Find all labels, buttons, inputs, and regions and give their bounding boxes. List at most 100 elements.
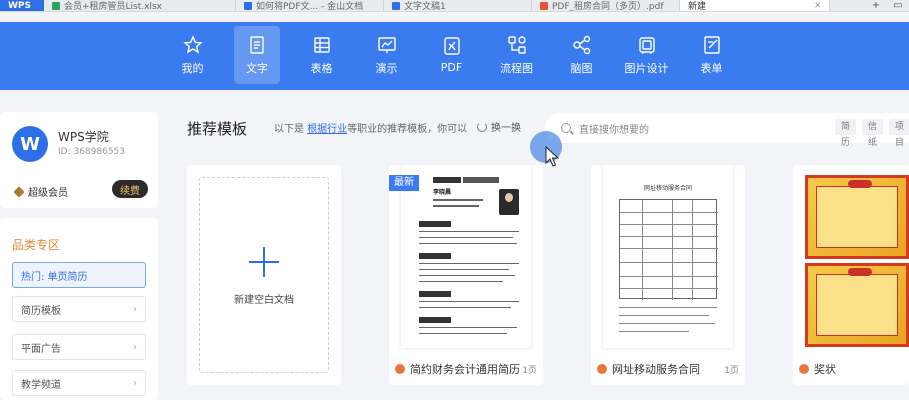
top-nav: 我的 文字 表格 演示 PDF 流程图 脑图 图片设计 表单: [0, 22, 909, 90]
chevron-right-icon: ›: [133, 341, 137, 353]
tab-doc-online[interactable]: 如何将PDF文... - 金山文档: [236, 0, 384, 12]
table-line: [620, 236, 718, 237]
certificate-border: [816, 274, 898, 336]
nav-writer[interactable]: 文字: [234, 26, 280, 84]
certificate-sheet: [805, 175, 909, 259]
subtitle-prefix: 以下是: [274, 124, 304, 135]
nav-pdf[interactable]: PDF: [419, 26, 484, 84]
nav-label: 表格: [310, 61, 333, 75]
restore-button[interactable]: ▭: [887, 0, 909, 11]
table-line: [620, 276, 718, 277]
table-line: [620, 262, 718, 263]
nav-mine[interactable]: 我的: [160, 26, 225, 84]
swap-button[interactable]: 换一换: [477, 119, 521, 134]
resume-line: [419, 307, 511, 308]
search-chip[interactable]: 项目: [889, 119, 909, 148]
certificate-sheet: [805, 263, 909, 347]
vip-gem-icon: [13, 185, 25, 198]
tab-pdf[interactable]: PDF_租房合同（多页）.pdf: [532, 0, 680, 11]
template-pages: 1页: [522, 365, 537, 376]
contract-line: [619, 323, 715, 324]
nav-label: 演示: [375, 61, 398, 75]
ribbon-icon: [848, 268, 872, 276]
nav-form[interactable]: 表单: [679, 26, 744, 84]
tab-label: 新建: [688, 2, 707, 12]
table-line: [642, 200, 643, 300]
refresh-icon: [477, 121, 487, 132]
search-chips: 简历 信纸 项目: [835, 119, 909, 148]
tab-xlsx[interactable]: 会员+租房管员List.xlsx: [44, 0, 236, 12]
template-card[interactable]: 李晓晨 最新 简约财务会计通用简历 1页: [389, 165, 543, 385]
star-icon: [182, 34, 203, 53]
wps-logo-icon: [597, 364, 607, 374]
category-hot-resume[interactable]: 热门: 单页简历: [12, 262, 146, 288]
pdf-icon: [443, 37, 460, 55]
resume-photo: [499, 189, 519, 215]
category-flat-ads[interactable]: 平面广告 ›: [12, 334, 146, 360]
form-icon: [703, 35, 720, 54]
resume-line: [419, 275, 515, 276]
nav-label: 我的: [181, 61, 204, 75]
pdf-icon: [540, 1, 548, 10]
template-title: 简约财务会计通用简历: [410, 363, 520, 376]
user-name: WPS学院: [58, 130, 109, 144]
nav-sheet[interactable]: 表格: [289, 26, 354, 84]
table-line: [620, 288, 718, 289]
document-icon: [392, 1, 400, 10]
add-tab-button[interactable]: +: [865, 0, 887, 11]
wps-logo-icon: [395, 364, 405, 374]
image-design-icon: [638, 36, 655, 54]
wps-logo-icon: [799, 364, 809, 374]
resume-section-heading: [419, 253, 451, 259]
table-line: [620, 212, 718, 213]
template-search[interactable]: 直接搜你想要的 简历 信纸 项目: [545, 113, 909, 148]
nav-label: 文字: [246, 61, 268, 75]
certificate-border: [816, 186, 898, 248]
category-resume-templates[interactable]: 简历模板 ›: [12, 296, 146, 322]
vip-label: 超级会员: [28, 188, 68, 199]
resume-line: [419, 327, 517, 328]
tab-doc1[interactable]: 文字文稿1: [384, 0, 532, 12]
resume-header-bar: [433, 177, 461, 183]
new-blank-document-card[interactable]: 新建空白文档: [187, 165, 341, 385]
tab-bar: WPS 会员+租房管员List.xlsx 如何将PDF文... - 金山文档 文…: [0, 0, 909, 12]
close-icon[interactable]: ✕: [814, 1, 821, 10]
avatar[interactable]: W: [12, 126, 48, 162]
nav-label: PDF: [440, 61, 463, 74]
category-label: 简历模板: [21, 305, 61, 317]
tab-wps-home[interactable]: WPS: [0, 0, 44, 11]
resume-line: [433, 205, 479, 207]
tab-new[interactable]: 新建 ✕: [680, 0, 830, 12]
resume-line: [419, 333, 507, 334]
plus-icon: [249, 247, 279, 277]
tab-label: 会员+租房管员List.xlsx: [64, 2, 162, 12]
mindmap-icon: [572, 35, 590, 54]
contract-table: [619, 199, 718, 300]
nav-label: 流程图: [500, 61, 533, 75]
template-card[interactable]: 奖状: [793, 165, 909, 385]
nav-flowchart[interactable]: 流程图: [484, 26, 549, 84]
template-title: 网址移动服务合同: [612, 363, 700, 376]
mouse-cursor-icon: [545, 146, 559, 167]
nav-label: 图片设计: [624, 61, 669, 75]
template-card[interactable]: 网址移动服务合同 网址移动服务合同 1页: [591, 165, 745, 385]
search-chip[interactable]: 简历: [835, 119, 857, 148]
industry-link[interactable]: 根据行业: [307, 124, 347, 135]
template-footer: 简约财务会计通用简历 1页: [389, 359, 543, 379]
user-id: ID: 368986553: [58, 147, 126, 157]
tab-label: 如何将PDF文... - 金山文档: [256, 2, 364, 12]
nav-mindmap[interactable]: 脑图: [549, 26, 614, 84]
nav-image-design[interactable]: 图片设计: [614, 26, 679, 84]
contract-line: [619, 307, 717, 308]
recommend-subtitle: 以下是 根据行业等职业的推荐模板，你可以: [274, 120, 467, 135]
document-icon: [244, 1, 252, 10]
template-pages: 1页: [724, 365, 739, 376]
contract-line: [619, 331, 689, 332]
category-teaching[interactable]: 教学频道 ›: [12, 370, 146, 396]
search-chip[interactable]: 信纸: [862, 119, 884, 148]
nav-presentation[interactable]: 演示: [354, 26, 419, 84]
contract-thumbnail: 网址移动服务合同: [603, 165, 733, 348]
tab-label: 文字文稿1: [404, 2, 446, 12]
spreadsheet-icon: [52, 1, 60, 10]
renew-button[interactable]: 续费: [112, 180, 148, 198]
